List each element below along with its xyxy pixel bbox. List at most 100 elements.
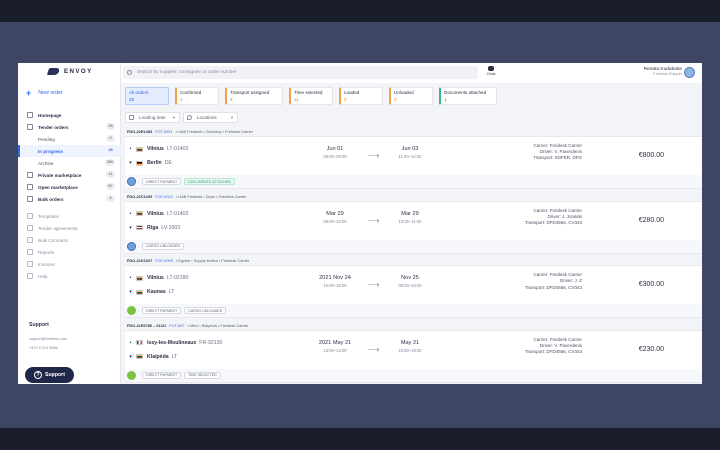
order-card: FDO-22C1269 FOT-0022 • UAB Freidesk • Depo…	[125, 192, 702, 257]
tab-count: 4	[180, 97, 183, 102]
sidebar-item-templates[interactable]: Templates	[18, 210, 121, 222]
order-header: FDO-22E1453 FOT-0021 • UAB Freidesk • Germ…	[125, 127, 702, 136]
load-hours: 09:00–10:00	[323, 218, 347, 224]
logo[interactable]: ENVOY	[46, 68, 93, 75]
search-icon	[127, 70, 132, 75]
sidebar-item-in-progress[interactable]: In progress 28	[18, 145, 121, 157]
load-hours: 13:00–14:00	[323, 347, 347, 353]
top-bar: Search by supplier, consignee or order n…	[121, 63, 702, 83]
status-tag: CARGO UNLOADED	[142, 242, 185, 250]
sidebar-item-reports[interactable]: Reports	[18, 246, 121, 258]
status-tag: DOCUMENTS ATTACHED	[184, 178, 235, 185]
nav-item-icon	[27, 213, 33, 219]
support-email[interactable]: support@freidesk.com	[29, 337, 67, 341]
locations: • Vilnius LT-01402 ▾ Berlin DE	[128, 142, 188, 170]
main-content: All orders 28 Confirmed 4 Transport assigned…	[121, 83, 702, 384]
tab-confirmed[interactable]: Confirmed 4	[175, 87, 219, 105]
support-phone[interactable]: +370 5 214 0066	[29, 346, 58, 350]
sidebar-item-tender-agreements[interactable]: Tender agreements	[18, 222, 121, 234]
loading-date-filter[interactable]: Loading date ▼	[125, 112, 180, 123]
new-order-button[interactable]: + New order	[26, 89, 63, 98]
sidebar-item-label: Bulk Contracts	[38, 237, 68, 243]
sidebar-item-private-marketplace[interactable]: Private marketplace 11	[18, 169, 121, 181]
origin-pin-icon: •	[129, 146, 132, 152]
sidebar-item-bulk-contracts[interactable]: Bulk Contracts	[18, 234, 121, 246]
order-price: €230.00	[638, 345, 664, 353]
order-id[interactable]: FDO-22C1269	[127, 194, 152, 199]
tab-label: Loaded	[344, 90, 360, 95]
sidebar-item-homepage[interactable]: Homepage	[18, 109, 121, 121]
nav-item-icon	[27, 112, 33, 118]
to-city: Klaipėda	[147, 353, 169, 360]
transport-plates: Transport: DFD4566, CV343	[524, 284, 582, 290]
order-id[interactable]: FDO-21E9780 – 01/21	[127, 323, 166, 328]
chats-label: Chats	[486, 72, 496, 76]
sidebar-item-help[interactable]: Help	[18, 270, 121, 282]
tab-count: 4	[230, 97, 233, 102]
flag-icon	[136, 289, 143, 295]
sidebar-item-open-marketplace[interactable]: Open marketplace 67	[18, 181, 121, 193]
from-city: Vilnius	[147, 146, 164, 152]
load-hours: 08:00–09:00	[323, 154, 347, 159]
from-city: Vilnius	[147, 210, 164, 217]
to-location: ▾ Kaunas LT	[128, 285, 188, 299]
to-location: ▾ Berlin DE	[128, 156, 188, 170]
destination-pin-icon: ▾	[129, 224, 132, 231]
user-menu[interactable]: Renata Kudabaite Freidesk Shipper	[644, 67, 682, 76]
support-button[interactable]: ? Support	[25, 367, 74, 383]
unload-time: Jun 03 11:00–12:00	[385, 146, 435, 159]
sidebar-nav: Homepage Tender orders 28 Pending 0 In progre…	[18, 109, 121, 282]
sidebar-item-tender-orders[interactable]: Tender orders 28	[18, 121, 121, 133]
tender-link[interactable]: FOT-0021	[155, 129, 173, 134]
order-body[interactable]: • Vilnius LT-01402 ▾ Berlin DE Jun 01 08:00–09:…	[125, 136, 702, 175]
order-header: FDO-21E9780 – 01/21 FOT-007 • Minx • Klaip…	[125, 321, 702, 330]
chevron-down-icon: ▼	[172, 115, 176, 120]
tender-link[interactable]: FOT-0022	[155, 194, 173, 199]
order-body[interactable]: • Vilnius LT-01402 ▾ Riga LV-1003 Mar 29 09:00–…	[125, 200, 702, 240]
user-avatar[interactable]	[684, 67, 695, 78]
sidebar-item-label: Reports	[38, 249, 55, 255]
tab-documents-attached[interactable]: Documents attached 1	[439, 87, 497, 105]
load-time: Mar 29 09:00–10:00	[310, 211, 360, 224]
arrow-right-icon: ⟶	[368, 151, 380, 160]
unload-hours: 15:00–16:00	[398, 347, 422, 353]
tab-transport-assigned[interactable]: Transport assigned 4	[225, 87, 283, 105]
sidebar-item-count: 280	[104, 159, 115, 166]
flag-icon	[136, 275, 143, 281]
sidebar-item-pending[interactable]: Pending 0	[18, 133, 121, 145]
locations-filter[interactable]: Locations ▼	[183, 112, 238, 123]
sidebar-item-label: Homepage	[38, 112, 62, 118]
from-code: LT-02180	[166, 275, 189, 282]
order-body[interactable]: • Issy-les-Moulineaux FR-92130 ▾ Klaipėda LT 2…	[125, 329, 702, 369]
tab-time-selected[interactable]: Time selected 11	[289, 87, 333, 105]
tab-loaded[interactable]: Loaded 0	[339, 87, 383, 105]
tender-link[interactable]: FOT-007	[169, 323, 184, 328]
sidebar-item-archive[interactable]: Archive 280	[18, 157, 121, 169]
nav-item-icon	[27, 124, 33, 130]
order-card: FDO-21E9780 – 01/21 FOT-007 • Minx • Klaip…	[125, 321, 702, 384]
search-input[interactable]: Search by supplier, consignee or order n…	[123, 66, 478, 79]
flag-icon	[136, 354, 143, 360]
order-id[interactable]: FDO-22E1453	[127, 129, 152, 134]
order-route: • UAB Freidesk • Germany • Freidesk Carr…	[175, 129, 253, 134]
order-body[interactable]: • Vilnius LT-02180 ▾ Kaunas LT 2021 Nov 24 15:0…	[125, 265, 702, 305]
sidebar-item-invoices[interactable]: Invoices	[18, 258, 121, 270]
tab-unloaded[interactable]: Unloaded 0	[389, 87, 433, 105]
load-date: Jun 01	[326, 146, 344, 152]
destination-pin-icon: ▾	[129, 353, 132, 360]
from-city: Vilnius	[147, 275, 164, 282]
arrow-right-icon: ⟶	[368, 280, 380, 290]
tab-all-orders[interactable]: All orders 28	[125, 87, 169, 105]
unload-date: May 21	[400, 339, 420, 346]
sidebar-item-count: 28	[108, 148, 113, 152]
sidebar-item-bulk-orders[interactable]: Bulk orders 4	[18, 193, 121, 205]
tab-label: Time selected	[294, 90, 323, 95]
tender-link[interactable]: FOT-0009	[155, 258, 173, 263]
brand-name: ENVOY	[64, 68, 93, 75]
chats-button[interactable]: Chats	[485, 66, 497, 76]
from-code: LT-01402	[166, 210, 189, 217]
sidebar-item-label: Bulk orders	[38, 196, 64, 202]
status-tabs: All orders 28 Confirmed 4 Transport assigned…	[125, 87, 497, 105]
transport-plates: Transport: DFD4566, CV343	[524, 349, 582, 355]
order-id[interactable]: FDO-21K1027	[127, 258, 152, 263]
